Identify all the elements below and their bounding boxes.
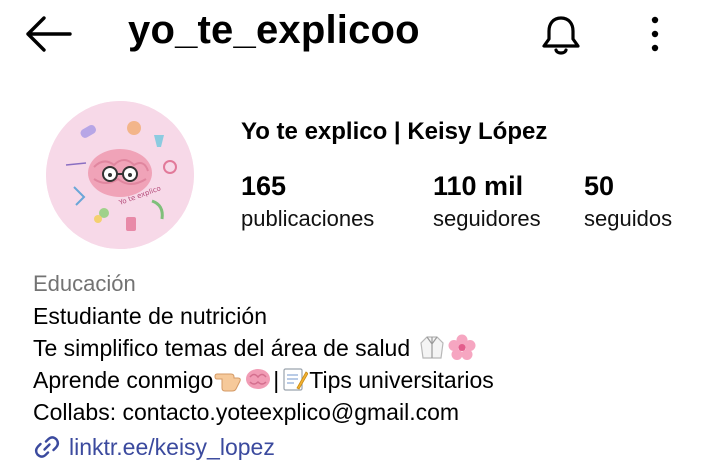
bio-line-2-text: Te simplifico temas del área de salud	[33, 335, 411, 361]
profile-display-name: Yo te explico | Keisy López	[241, 118, 548, 145]
profile-username: yo_te_explicoo	[128, 8, 420, 52]
bell-icon	[542, 16, 580, 55]
bio-line-3: Aprende conmigo | Tips universitarios	[33, 364, 713, 396]
profile-avatar[interactable]: Yo te explico	[46, 101, 194, 249]
more-vertical-icon	[651, 16, 659, 52]
cherry-blossom-emoji	[448, 334, 476, 360]
bio-line-1: Estudiante de nutrición	[33, 303, 267, 329]
lab-coat-emoji	[419, 336, 444, 359]
profile-link[interactable]: linktr.ee/keisy_lopez	[33, 431, 713, 463]
bio-line-4: Collabs: contacto.yoteexplico@gmail.com	[33, 399, 460, 425]
more-options-button[interactable]	[640, 12, 670, 58]
brain-illustration: Yo te explico	[46, 101, 194, 249]
pointing-hand-emoji	[214, 373, 242, 392]
bio-line-3-separator: |	[273, 367, 280, 393]
arrow-left-icon	[26, 16, 72, 52]
link-icon	[34, 436, 60, 458]
bio-line-2: Te simplifico temas del área de salud	[33, 332, 713, 364]
brain-emoji	[246, 369, 271, 389]
posts-count: 165	[241, 171, 287, 201]
following-count: 50	[584, 171, 615, 201]
posts-label: publicaciones	[241, 206, 375, 231]
top-bar: yo_te_explicoo	[0, 0, 720, 70]
notifications-button[interactable]	[536, 10, 586, 60]
profile-category: Educación	[33, 271, 136, 296]
back-button[interactable]	[22, 12, 74, 56]
profile-link-text[interactable]: linktr.ee/keisy_lopez	[69, 431, 275, 463]
followers-label: seguidores	[433, 206, 541, 231]
bio-line-3-text-a: Aprende conmigo	[33, 367, 214, 393]
memo-emoji	[283, 368, 309, 391]
profile-bio: Educación Estudiante de nutrición Te sim…	[33, 268, 713, 463]
bio-line-3-text-b: Tips universitarios	[309, 367, 494, 393]
followers-count: 110 mil	[433, 171, 524, 201]
following-label: seguidos	[584, 206, 673, 231]
followers-stat[interactable]: 110 mil seguidores	[433, 170, 541, 236]
following-stat[interactable]: 50 seguidos	[584, 170, 672, 236]
posts-stat[interactable]: 165 publicaciones	[241, 170, 374, 236]
